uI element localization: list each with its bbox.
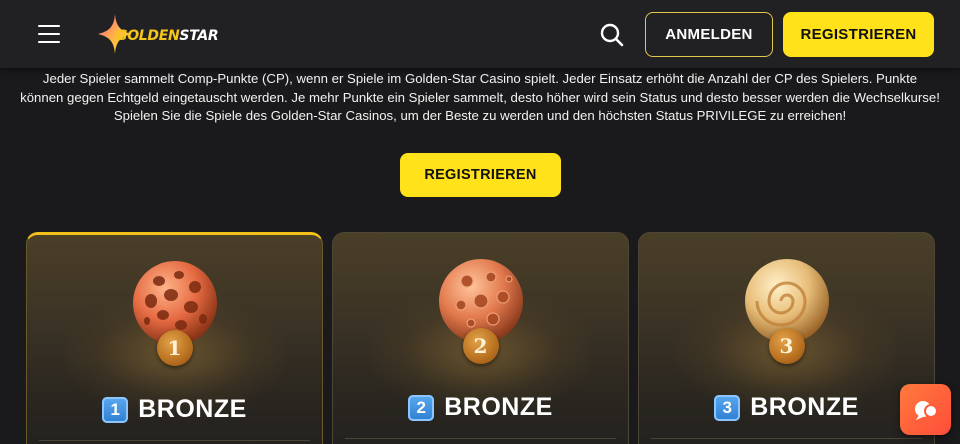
level-number-badge: 3 (768, 328, 805, 364)
live-chat-button[interactable] (900, 384, 951, 435)
tier-title: 1 BRONZE (27, 395, 322, 424)
keycap-number-icon: 2 (408, 394, 435, 421)
card-divider (345, 438, 616, 439)
loyalty-intro-text: Jeder Spieler sammelt Comp-Punkte (CP), … (20, 71, 940, 123)
site-header: GOLDENSTAR ANMELDEN REGISTRIEREN (0, 0, 960, 68)
tier-name: BRONZE (444, 393, 553, 421)
logo-text: GOLDENSTAR (116, 28, 219, 44)
tier-name: BRONZE (138, 395, 247, 423)
register-cta-button[interactable]: REGISTRIEREN (400, 153, 561, 197)
level-card-1[interactable]: 1 1 BRONZE (26, 232, 323, 444)
level-card-2[interactable]: 2 2 BRONZE (332, 232, 629, 444)
card-divider (651, 438, 922, 439)
card-divider (39, 440, 310, 441)
login-button[interactable]: ANMELDEN (645, 12, 773, 57)
level-card-3[interactable]: 3 3 BRONZE (638, 232, 935, 444)
search-icon[interactable] (600, 23, 624, 47)
register-button[interactable]: REGISTRIEREN (783, 12, 934, 57)
keycap-number-icon: 1 (102, 396, 129, 423)
logo-text-golden: GOLDEN (116, 28, 180, 44)
tier-name: BRONZE (750, 393, 859, 421)
chat-bubble-icon (914, 400, 938, 420)
level-number-badge: 2 (462, 328, 499, 364)
site-logo[interactable]: GOLDENSTAR (96, 12, 236, 56)
hamburger-menu-icon[interactable] (38, 25, 60, 43)
level-number-badge: 1 (156, 330, 193, 366)
logo-text-star: STAR (179, 28, 219, 44)
tier-title: 2 BRONZE (333, 393, 628, 422)
keycap-number-icon: 3 (714, 394, 741, 421)
tier-title: 3 BRONZE (639, 393, 934, 422)
